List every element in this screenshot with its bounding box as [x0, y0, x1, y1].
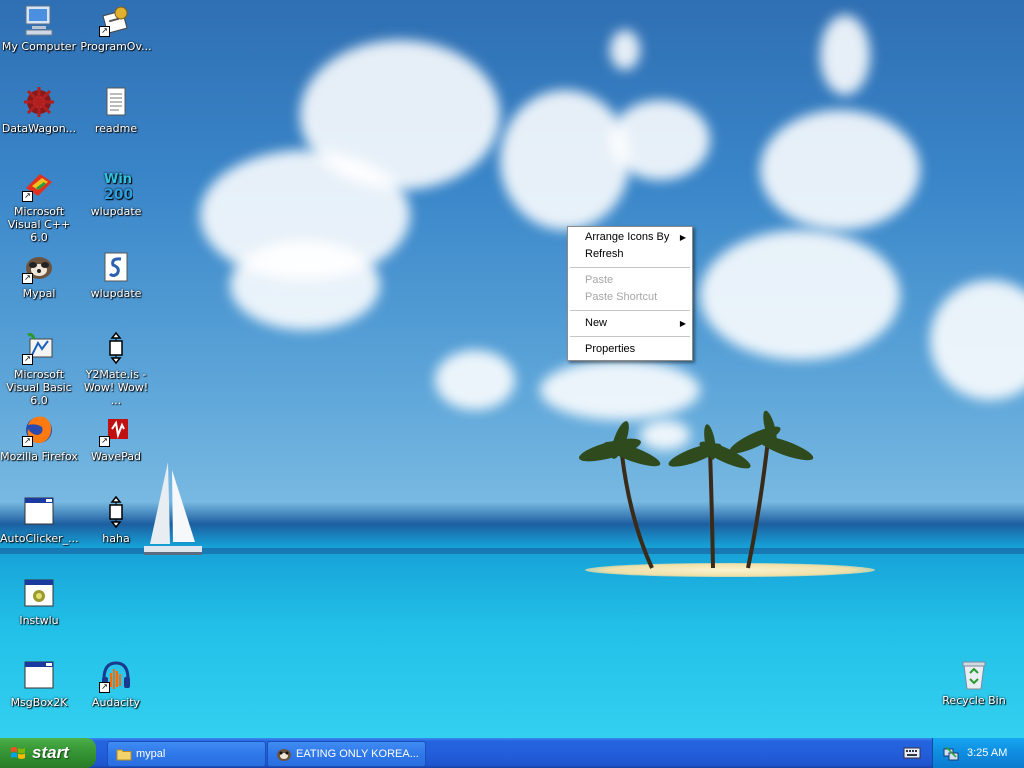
- desktop-icon-wavepad[interactable]: ↗ WavePad: [77, 413, 155, 463]
- clock[interactable]: 3:25 AM: [967, 738, 1007, 768]
- shortcut-arrow-icon: ↗: [99, 26, 110, 37]
- menu-separator: [570, 310, 690, 311]
- audacity-icon: ↗: [99, 659, 133, 693]
- visual-basic-icon: ↗: [22, 331, 56, 365]
- menu-item-label: Arrange Icons By: [585, 231, 670, 243]
- menu-item-label: New: [585, 317, 608, 329]
- palm-trees: [579, 410, 814, 569]
- taskbar-item-label: mypal: [136, 748, 166, 760]
- text-file-icon: [99, 85, 133, 119]
- taskbar-item-eating-only-korea[interactable]: EATING ONLY KOREA...: [267, 741, 426, 767]
- move-arrows-icon: [99, 331, 133, 365]
- folder-icon: [116, 749, 132, 761]
- icon-label: ProgramOv...: [80, 40, 152, 53]
- window-icon: [22, 495, 56, 529]
- desktop-icon-recycle-bin[interactable]: Recycle Bin: [935, 657, 1013, 707]
- menu-item-arrange-icons-by[interactable]: Arrange Icons By ▶: [568, 229, 692, 246]
- desktop-icon-visual-basic[interactable]: ↗ Microsoft Visual Basic 6.0: [0, 331, 78, 407]
- shortcut-arrow-icon: ↗: [22, 273, 33, 284]
- desktop-icon-visual-cpp[interactable]: ↗ Microsoft Visual C++ 6.0: [0, 168, 78, 244]
- icon-label: My Computer: [1, 40, 77, 53]
- menu-item-label: Refresh: [585, 248, 624, 260]
- installer-icon: [22, 577, 56, 611]
- menu-item-refresh[interactable]: Refresh: [568, 246, 692, 263]
- menu-item-properties[interactable]: Properties: [568, 341, 692, 358]
- menu-item-paste: Paste: [568, 272, 692, 289]
- menu-item-label: Paste Shortcut: [585, 291, 658, 303]
- icon-label: DataWagon...: [1, 122, 77, 135]
- icon-label: Mypal: [22, 287, 56, 300]
- icon-label: wlupdate: [90, 287, 142, 300]
- icon-label: Instwlu: [19, 614, 59, 627]
- icon-label: Microsoft Visual C++ 6.0: [7, 205, 71, 244]
- datawagon-icon: [22, 85, 56, 119]
- desktop-icon-programov[interactable]: ↗ ProgramOv...: [77, 3, 155, 53]
- move-arrows-icon: [99, 495, 133, 529]
- desktop-icon-audacity[interactable]: ↗ Audacity: [77, 659, 155, 709]
- icon-label: haha: [102, 532, 130, 545]
- mypal-icon: ↗: [22, 250, 56, 284]
- svg-text:2000: 2000: [104, 187, 133, 202]
- script-file-icon: [99, 250, 133, 284]
- menu-separator: [570, 336, 690, 337]
- icon-label: wlupdate: [90, 205, 142, 218]
- system-tray: 3:25 AM: [932, 738, 1024, 768]
- win2000-icon: Win2000: [99, 168, 143, 203]
- shortcut-arrow-icon: ↗: [22, 191, 33, 202]
- desktop-context-menu: Arrange Icons By ▶ Refresh Paste Paste S…: [567, 226, 693, 361]
- mypal-icon: [277, 749, 291, 761]
- submenu-arrow-icon: ▶: [679, 319, 686, 328]
- desktop-icon-firefox[interactable]: ↗ Mozilla Firefox: [0, 413, 78, 463]
- desktop-icon-readme[interactable]: readme: [77, 85, 155, 135]
- icon-label: Microsoft Visual Basic 6.0: [6, 368, 72, 407]
- menu-item-new[interactable]: New ▶: [568, 315, 692, 332]
- desktop-icon-wlupdate-2[interactable]: wlupdate: [77, 250, 155, 300]
- icon-label: Recycle Bin: [942, 694, 1006, 707]
- keyboard-icon[interactable]: [903, 746, 921, 760]
- desktop[interactable]: My Computer DataWagon... ↗ Microsoft Vis…: [0, 0, 1024, 738]
- icon-label: Audacity: [91, 696, 141, 709]
- computer-icon: [22, 3, 56, 37]
- recycle-bin-icon: [957, 657, 991, 691]
- desktop-icon-mypal[interactable]: ↗ Mypal: [0, 250, 78, 300]
- icon-label: readme: [94, 122, 138, 135]
- menu-item-paste-shortcut: Paste Shortcut: [568, 289, 692, 306]
- desktop-icon-my-computer[interactable]: My Computer: [0, 3, 78, 53]
- desktop-icon-msgbox2k[interactable]: MsgBox2K: [0, 659, 78, 709]
- shortcut-arrow-icon: ↗: [99, 682, 110, 693]
- shortcut-arrow-icon: ↗: [22, 354, 33, 365]
- icon-label: Mozilla Firefox: [0, 450, 78, 463]
- icon-label: Y2Mate.is - Wow! Wow! ...: [83, 368, 149, 407]
- icon-label: MsgBox2K: [10, 696, 68, 709]
- taskbar-item-mypal-folder[interactable]: mypal: [107, 741, 266, 767]
- menu-item-label: Properties: [585, 343, 636, 355]
- desktop-icon-wlupdate-1[interactable]: Win2000 wlupdate: [77, 168, 155, 218]
- desktop-icon-datawagon[interactable]: DataWagon...: [0, 85, 78, 135]
- start-button[interactable]: start: [0, 738, 96, 768]
- taskbar: start mypal EATING ONLY KOREA... 3:25 AM: [0, 738, 1024, 768]
- desktop-icon-instwlu[interactable]: Instwlu: [0, 577, 78, 627]
- menu-separator: [570, 267, 690, 268]
- wavepad-icon: ↗: [99, 413, 133, 447]
- start-label: start: [32, 743, 69, 762]
- menu-item-label: Paste: [585, 274, 614, 286]
- shortcut-arrow-icon: ↗: [22, 436, 33, 447]
- submenu-arrow-icon: ▶: [679, 233, 686, 242]
- desktop-icon-y2mate[interactable]: Y2Mate.is - Wow! Wow! ...: [77, 331, 155, 407]
- network-icon[interactable]: [943, 745, 959, 761]
- desktop-icon-autoclicker[interactable]: AutoClicker_...: [0, 495, 79, 545]
- icon-label: AutoClicker_...: [0, 532, 79, 545]
- shortcut-arrow-icon: ↗: [99, 436, 110, 447]
- icon-label: WavePad: [90, 450, 142, 463]
- window-icon: [22, 659, 56, 693]
- windows-flag-icon: [11, 747, 25, 759]
- taskbar-item-label: EATING ONLY KOREA...: [296, 748, 419, 760]
- svg-text:Win: Win: [104, 172, 132, 187]
- desktop-icon-haha[interactable]: haha: [77, 495, 155, 545]
- visual-cpp-icon: ↗: [22, 168, 56, 202]
- program-icon: ↗: [99, 3, 133, 37]
- firefox-icon: ↗: [22, 413, 56, 447]
